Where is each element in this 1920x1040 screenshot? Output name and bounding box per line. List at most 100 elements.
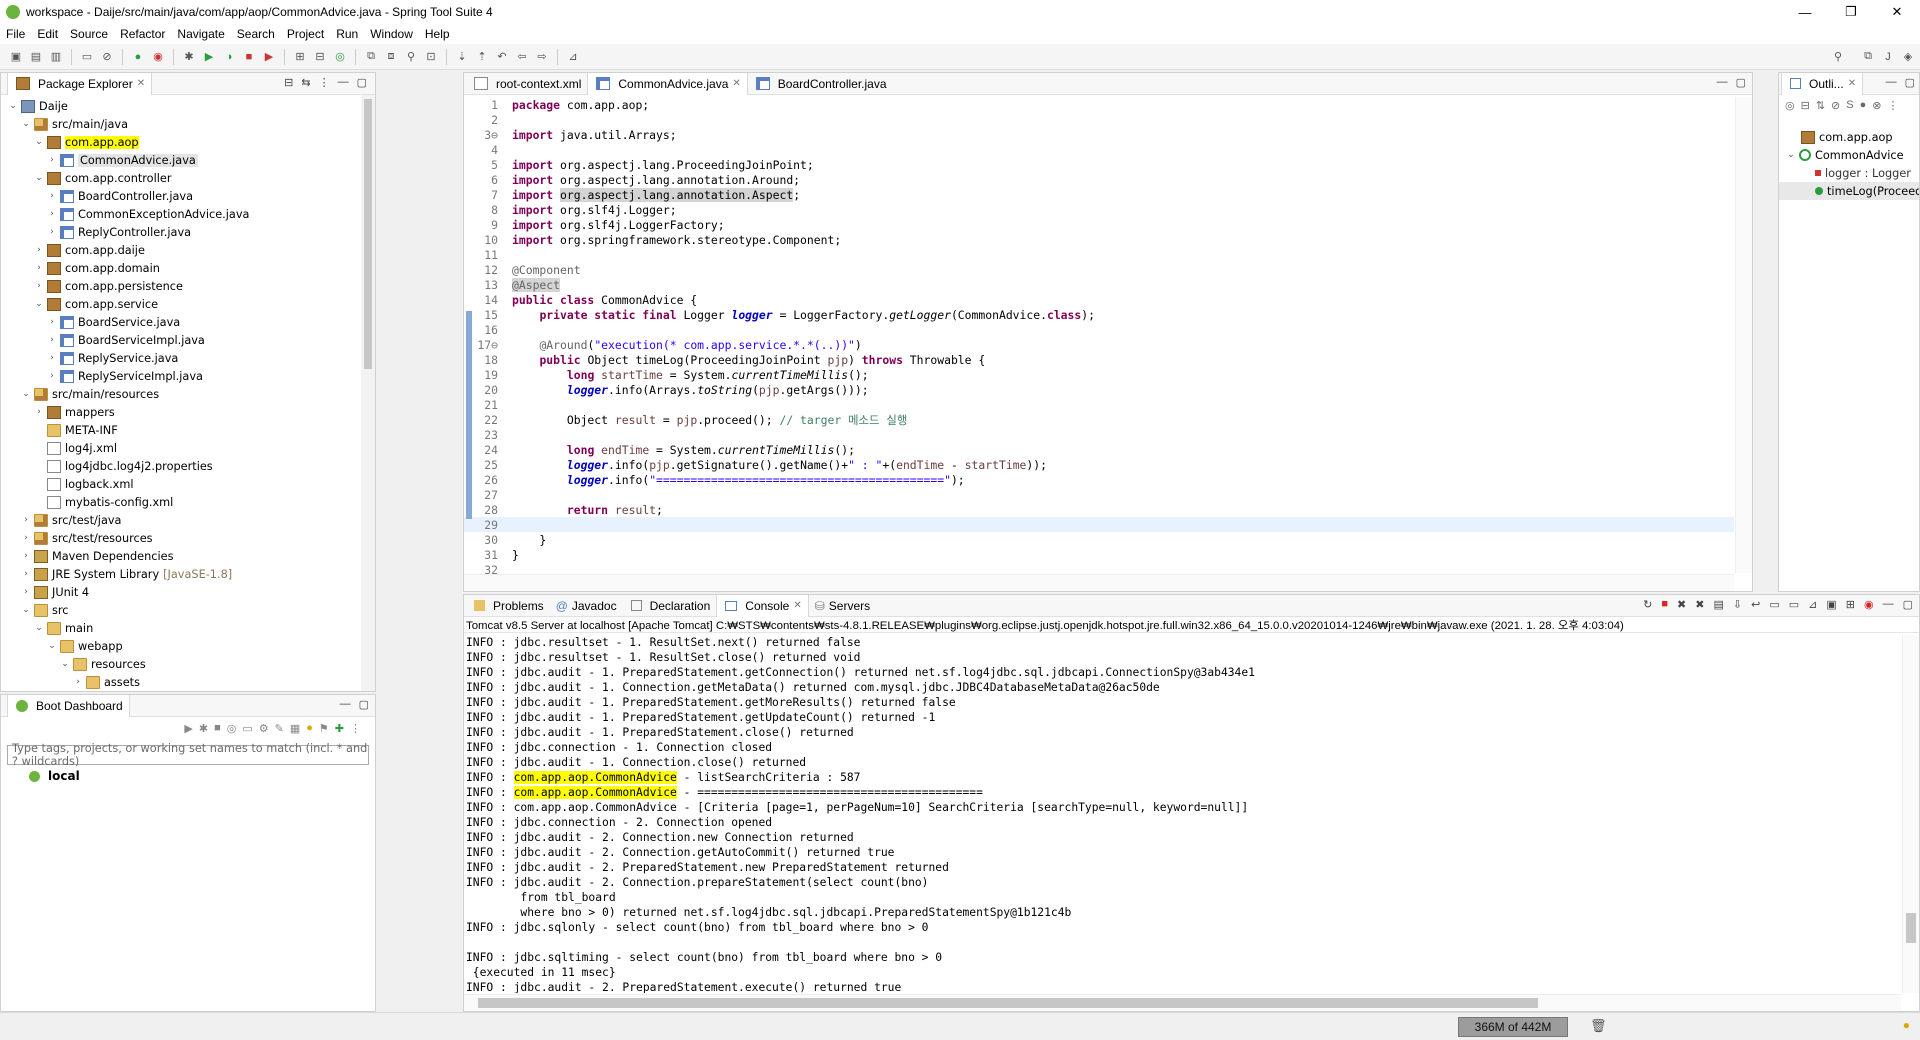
tree-item[interactable]: ⌄ main <box>1 619 375 637</box>
edit-icon[interactable]: ✎ <box>275 722 284 735</box>
tag-icon[interactable]: ⚑ <box>319 722 329 735</box>
tab-common-advice[interactable]: CommonAdvice.java ✕ <box>587 72 748 95</box>
hide-fields-icon[interactable]: ⊘ <box>1831 99 1840 112</box>
minimize-button[interactable]: — <box>1782 0 1828 24</box>
show-stderr-icon[interactable]: ▭ <box>1789 598 1799 611</box>
view-menu-icon[interactable]: ⋮ <box>350 722 361 735</box>
tree-item[interactable]: ⌄ src/main/java <box>1 115 375 133</box>
collapsed-arrow-icon[interactable]: › <box>46 209 58 219</box>
code-line[interactable]: 10 import org.springframework.stereotype.… <box>464 232 1734 247</box>
boot-icon[interactable]: ● <box>130 49 146 65</box>
outline-item-logger[interactable]: logger : Logger <box>1779 164 1919 182</box>
tab-console[interactable]: Console ✕ <box>716 594 809 617</box>
collapsed-arrow-icon[interactable]: › <box>20 569 32 579</box>
last-edit-icon[interactable]: ↶ <box>494 49 510 65</box>
collapsed-arrow-icon[interactable]: › <box>20 587 32 597</box>
collapsed-arrow-icon[interactable]: › <box>33 245 45 255</box>
code-line[interactable]: 14 public class CommonAdvice { <box>464 292 1734 307</box>
reload-icon[interactable]: ↻ <box>1643 598 1652 611</box>
tree-item[interactable]: ⌄ resources <box>1 655 375 673</box>
filter-icon[interactable]: ⚙ <box>259 722 269 735</box>
collapsed-arrow-icon[interactable]: › <box>20 551 32 561</box>
code-line[interactable]: 16 <box>464 322 1734 337</box>
collapse-all-icon[interactable]: ⊟ <box>1801 99 1810 112</box>
minimize-icon[interactable]: — <box>338 76 349 89</box>
tree-item[interactable]: › com.app.daije <box>1 241 375 259</box>
tree-item[interactable]: META-INF <box>1 421 375 439</box>
code-line[interactable]: 19 long startTime = System.currentTimeMi… <box>464 367 1734 382</box>
collapsed-arrow-icon[interactable]: › <box>33 263 45 273</box>
new-class-icon[interactable]: ◎ <box>332 49 348 65</box>
tree-item[interactable]: log4j.xml <box>1 439 375 457</box>
tip-lightbulb-icon[interactable]: ● <box>1903 1018 1910 1032</box>
tab-servers[interactable]: ⛁ Servers <box>809 595 876 617</box>
tab-package-explorer[interactable]: Package Explorer ✕ <box>7 72 153 95</box>
tree-item[interactable]: › com.app.domain <box>1 259 375 277</box>
search-icon[interactable]: ⚲ <box>403 49 419 65</box>
collapsed-arrow-icon[interactable]: › <box>20 533 32 543</box>
collapsed-arrow-icon[interactable]: › <box>46 353 58 363</box>
stop-icon[interactable]: ■ <box>214 722 221 734</box>
code-line[interactable]: 31} <box>464 547 1734 562</box>
prev-annotation-icon[interactable]: ⇡ <box>474 49 490 65</box>
minimize-icon[interactable]: — <box>340 698 351 711</box>
link-with-editor-icon[interactable]: ⇆ <box>301 76 310 89</box>
tree-item[interactable]: › ReplyController.java <box>1 223 375 241</box>
tree-item[interactable]: › mappers <box>1 403 375 421</box>
maximize-icon[interactable]: ▢ <box>1736 76 1746 89</box>
menu-help[interactable]: Help <box>419 27 456 41</box>
code-line[interactable]: 13 @Aspect <box>464 277 1734 292</box>
maximize-icon[interactable]: ▢ <box>1903 598 1913 611</box>
expanded-arrow-icon[interactable]: ⌄ <box>59 659 71 669</box>
columns-icon[interactable]: ▦ <box>290 722 300 735</box>
maximize-button[interactable]: ❐ <box>1828 0 1874 24</box>
code-line[interactable]: 29 <box>464 517 1734 532</box>
debug-icon[interactable]: ✱ <box>181 49 197 65</box>
close-icon[interactable]: ✕ <box>793 600 801 611</box>
menu-window[interactable]: Window <box>364 27 419 41</box>
expanded-arrow-icon[interactable]: ⌄ <box>7 101 19 111</box>
tree-item[interactable]: logback.xml <box>1 475 375 493</box>
open-type-icon[interactable]: ⧉ <box>363 49 379 65</box>
open-browser-icon[interactable]: ◎ <box>227 722 237 735</box>
hide-static-icon[interactable]: S <box>1846 99 1853 112</box>
tab-root-context[interactable]: root-context.xml <box>466 73 587 95</box>
console-output[interactable]: INFO : jdbc.resultset - 1. ResultSet.nex… <box>466 635 1899 993</box>
expanded-arrow-icon[interactable]: ⌄ <box>33 299 45 309</box>
debug-perspective-icon[interactable]: ◈ <box>1900 49 1916 65</box>
expanded-arrow-icon[interactable]: ⌄ <box>20 119 32 129</box>
maximize-icon[interactable]: ▢ <box>357 76 367 89</box>
collapsed-arrow-icon[interactable]: › <box>46 155 58 165</box>
global-search-icon[interactable]: ⚲ <box>1830 49 1846 65</box>
close-icon[interactable]: ✕ <box>137 78 145 89</box>
collapsed-arrow-icon[interactable]: › <box>46 335 58 345</box>
code-line[interactable]: 18 public Object timeLog(ProceedingJoinP… <box>464 352 1734 367</box>
code-line[interactable]: 9 import org.slf4j.LoggerFactory; <box>464 217 1734 232</box>
new-java-project-icon[interactable]: ⊞ <box>292 49 308 65</box>
code-line[interactable]: 8 import org.slf4j.Logger; <box>464 202 1734 217</box>
new-package-icon[interactable]: ⊟ <box>312 49 328 65</box>
external-tools-icon[interactable]: ▶ <box>261 49 277 65</box>
show-stdout-icon[interactable]: ▭ <box>1769 598 1779 611</box>
code-line[interactable]: 1 package com.app.aop; <box>464 97 1734 112</box>
scroll-lock-icon[interactable]: ⇩ <box>1733 598 1742 611</box>
pin-editor-icon[interactable]: ⊿ <box>565 49 581 65</box>
tab-problems[interactable]: Problems <box>466 595 550 617</box>
focus-icon[interactable]: ◎ <box>1785 99 1795 112</box>
collapsed-arrow-icon[interactable]: › <box>46 227 58 237</box>
tab-outline[interactable]: Outli... ✕ <box>1781 72 1864 95</box>
code-line[interactable]: 27 <box>464 487 1734 502</box>
java-perspective-icon[interactable]: J <box>1880 49 1896 65</box>
add-icon[interactable]: ✚ <box>335 722 344 735</box>
view-menu-icon[interactable]: ⋮ <box>1887 99 1898 112</box>
hide-nonpublic-icon[interactable]: ● <box>1860 99 1867 112</box>
word-wrap-icon[interactable]: ↩ <box>1751 598 1760 611</box>
open-folder-icon[interactable]: ⊡ <box>423 49 439 65</box>
menu-run[interactable]: Run <box>330 27 364 41</box>
open-console-icon[interactable]: ⊞ <box>1846 598 1855 611</box>
tab-boot-dashboard[interactable]: Boot Dashboard <box>7 694 130 717</box>
collapsed-arrow-icon[interactable]: › <box>46 317 58 327</box>
hide-local-types-icon[interactable]: ⊗ <box>1872 99 1881 112</box>
menu-edit[interactable]: Edit <box>31 27 64 41</box>
skip-breakpoints-icon[interactable]: ⊘ <box>99 49 115 65</box>
